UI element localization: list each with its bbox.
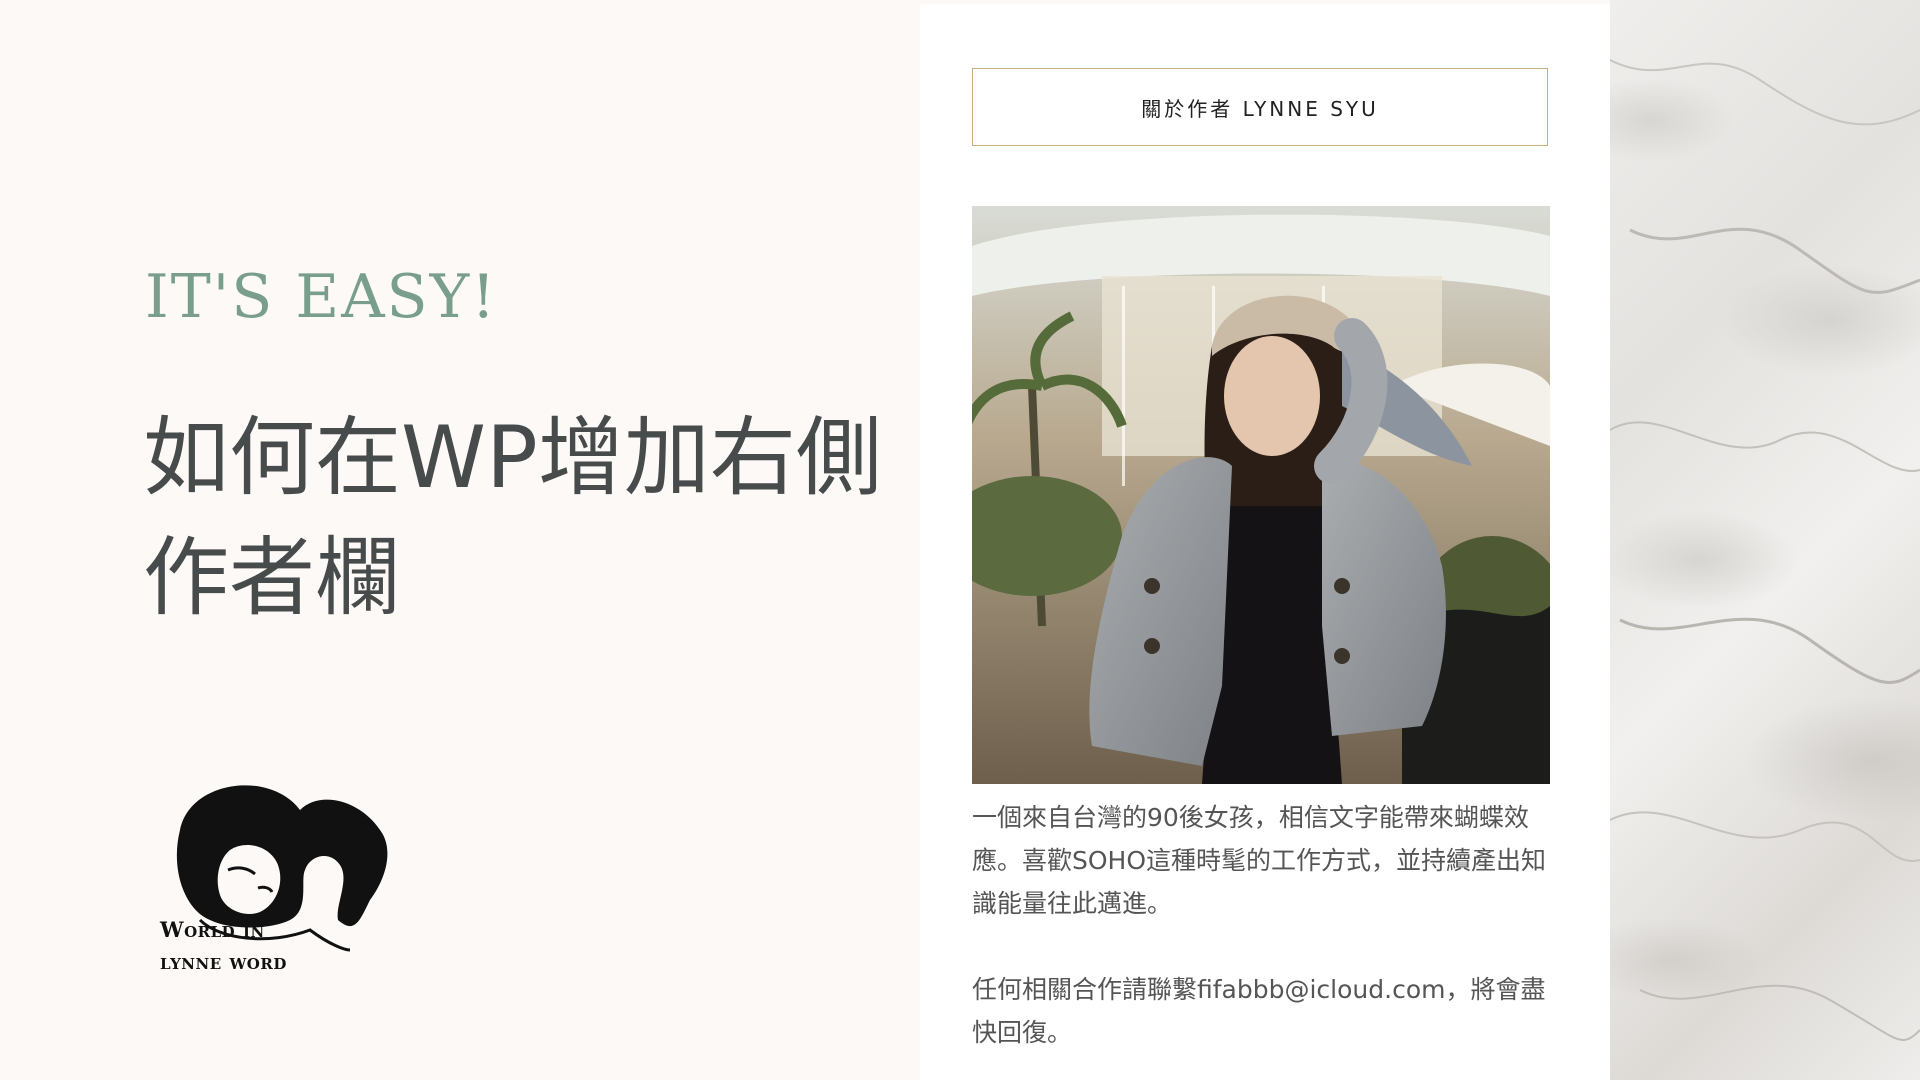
tagline: IT'S EASY! — [145, 262, 498, 332]
slide: IT'S EASY! 如何在WP增加右側 作者欄 World in lynne … — [0, 0, 1920, 1080]
logo-wordmark: World in lynne word — [160, 914, 287, 978]
logo-line-1: World in — [160, 917, 265, 942]
author-widget-card: 關於作者 LYNNE SYU 一個來自台灣的90後女孩，相信文字能帶來蝴蝶效應。… — [920, 4, 1610, 1080]
headline-line-2: 作者欄 — [143, 528, 401, 628]
bio-paragraph-1: 一個來自台灣的90後女孩，相信文字能帶來蝴蝶效應。喜歡SOHO這種時髦的工作方式… — [972, 803, 1547, 918]
headline-line-1: 如何在WP增加右側 — [143, 408, 882, 508]
headline: 如何在WP增加右側 作者欄 — [143, 398, 882, 638]
logo-line-2: lynne word — [160, 949, 287, 974]
bio-paragraph-2: 任何相關合作請聯繫fifabbb@icloud.com，將會盡快回復。 — [972, 975, 1546, 1047]
author-widget-title: 關於作者 LYNNE SYU — [972, 68, 1548, 146]
author-photo — [972, 206, 1550, 784]
marble-background — [1610, 0, 1920, 1080]
author-bio: 一個來自台灣的90後女孩，相信文字能帶來蝴蝶效應。喜歡SOHO這種時髦的工作方式… — [972, 796, 1552, 1054]
